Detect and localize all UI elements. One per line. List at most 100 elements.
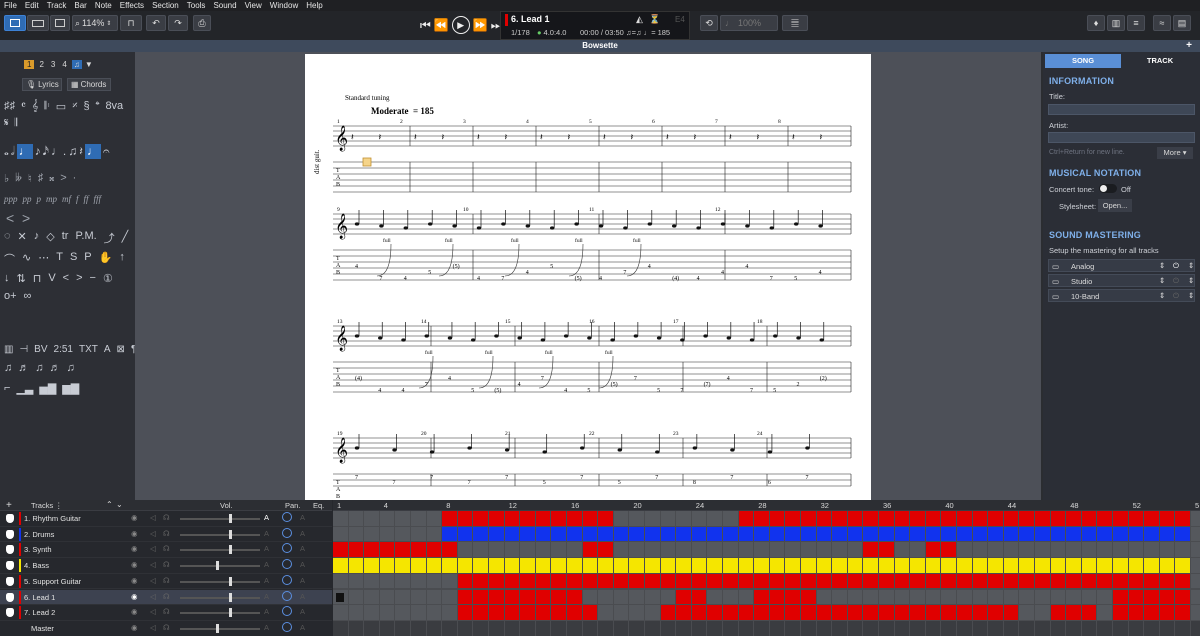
bar-cell[interactable] <box>1144 558 1159 573</box>
bar-cell[interactable] <box>676 542 691 558</box>
track-row[interactable]: 3. Synth ◉ ◁ ☊ A A <box>0 542 332 559</box>
bar-cell[interactable] <box>816 542 832 558</box>
bar-cell[interactable] <box>660 605 676 620</box>
bar-cell[interactable] <box>567 605 582 620</box>
bar-cell[interactable] <box>691 573 707 589</box>
bar-cell[interactable] <box>1050 511 1066 526</box>
bar-cell[interactable] <box>1003 589 1019 605</box>
note-head[interactable] <box>379 224 384 228</box>
bar-cell[interactable] <box>1035 605 1050 620</box>
bar-cell[interactable] <box>785 558 800 573</box>
panel-toggle-button[interactable]: ▤ <box>1173 15 1191 31</box>
bar-cell[interactable] <box>1081 511 1097 526</box>
bar-cell[interactable] <box>769 620 785 636</box>
note-head[interactable] <box>720 222 726 226</box>
bar-cell[interactable] <box>691 558 707 573</box>
bar-cell[interactable] <box>847 526 863 542</box>
bar-cell[interactable] <box>660 573 676 589</box>
bar-cell[interactable] <box>910 542 925 558</box>
bar-cell[interactable] <box>707 526 722 542</box>
bar-cell[interactable] <box>457 542 473 558</box>
eq-a-icon[interactable]: A <box>300 607 305 616</box>
menu-section[interactable]: Section <box>152 1 179 10</box>
key-signature-icon[interactable]: ♯♯ <box>4 100 15 113</box>
bar-cell[interactable] <box>910 558 925 573</box>
undo-button[interactable]: ↶ <box>146 15 166 31</box>
bar-cell[interactable] <box>613 589 629 605</box>
bar-cell[interactable] <box>847 542 863 558</box>
current-track-title[interactable]: 6. Lead 1 <box>511 14 550 24</box>
menu-bar-item[interactable]: Bar <box>74 1 86 10</box>
bar-cell[interactable] <box>598 558 613 573</box>
note-head[interactable] <box>696 226 701 230</box>
bar-cell[interactable] <box>551 589 566 605</box>
bar-cell[interactable] <box>910 526 925 542</box>
accent-icon[interactable]: > <box>60 172 66 185</box>
countdown-icon[interactable]: ⏳ <box>649 14 660 25</box>
bar-cell[interactable] <box>754 620 769 636</box>
bar-cell[interactable] <box>535 589 551 605</box>
bar-cell[interactable] <box>660 589 676 605</box>
bar-cell[interactable] <box>660 542 676 558</box>
automation-a-icon[interactable]: A <box>264 544 269 553</box>
bar-cell[interactable] <box>1159 589 1175 605</box>
bar-cell[interactable] <box>567 526 582 542</box>
accent-left-icon[interactable]: < <box>63 272 69 285</box>
triplet-icon[interactable]: ♫ <box>68 144 77 159</box>
bar-cell[interactable] <box>801 589 816 605</box>
bar-cell[interactable] <box>645 558 660 573</box>
bar-cell[interactable] <box>1050 558 1066 573</box>
bar-cell[interactable] <box>535 511 551 526</box>
bar-cell[interactable] <box>957 589 972 605</box>
volume-handle[interactable] <box>229 529 232 539</box>
bar-cell[interactable] <box>832 573 847 589</box>
bar-cell[interactable] <box>863 589 878 605</box>
bar-cell[interactable] <box>785 542 800 558</box>
note-head[interactable] <box>656 336 662 340</box>
visibility-icon[interactable]: ◉ <box>131 592 138 601</box>
volume-slider[interactable] <box>180 549 260 552</box>
bar-cell[interactable] <box>473 542 488 558</box>
bar-cell[interactable] <box>832 558 847 573</box>
bar-cell[interactable] <box>707 558 722 573</box>
concert-tone-toggle[interactable] <box>1099 184 1117 193</box>
bar-cell[interactable] <box>1159 526 1175 542</box>
bar-cell[interactable] <box>613 558 629 573</box>
power-icon[interactable]: ⏻ <box>1173 291 1179 301</box>
note-head[interactable] <box>647 222 652 226</box>
bar-cell[interactable] <box>567 573 582 589</box>
bar-cell[interactable] <box>348 573 364 589</box>
bar-cell[interactable] <box>520 511 535 526</box>
bar-cell[interactable] <box>348 511 364 526</box>
coda-icon[interactable]: 𝄌 <box>96 100 100 113</box>
bar-cell[interactable] <box>1081 620 1097 636</box>
note-head[interactable] <box>580 446 585 450</box>
bar-cell[interactable] <box>629 573 644 589</box>
bar-cell[interactable] <box>379 573 395 589</box>
ff-icon[interactable]: ff <box>84 194 89 204</box>
bar-cell[interactable] <box>769 526 785 542</box>
bar-cell[interactable] <box>1019 620 1034 636</box>
solo-icon[interactable]: ☊ <box>163 592 170 601</box>
bar-cell[interactable] <box>411 573 426 589</box>
mp-icon[interactable]: mp <box>46 194 57 204</box>
bar-cell[interactable] <box>520 542 535 558</box>
volume-handle[interactable] <box>216 561 219 571</box>
bar-cell[interactable] <box>660 620 676 636</box>
tuner-button[interactable]: 𝄚 <box>782 15 808 31</box>
bar-cell[interactable] <box>411 542 426 558</box>
bar-cell[interactable] <box>333 573 348 589</box>
bar-cell[interactable] <box>1003 511 1019 526</box>
bar-cell[interactable] <box>988 511 1003 526</box>
bar-cell[interactable] <box>925 573 941 589</box>
bar-cell[interactable] <box>1128 558 1144 573</box>
bar-cell[interactable] <box>925 620 941 636</box>
bar-cell[interactable] <box>457 605 473 620</box>
fermata-icon[interactable]: 𝄐 <box>103 144 110 159</box>
bar-cell[interactable] <box>379 620 395 636</box>
note-head[interactable] <box>517 336 522 340</box>
bar-cell[interactable] <box>1066 589 1081 605</box>
bar-cell[interactable] <box>723 511 738 526</box>
rewind-icon[interactable]: ⏪ <box>434 18 449 32</box>
bar-cell[interactable] <box>1035 589 1050 605</box>
